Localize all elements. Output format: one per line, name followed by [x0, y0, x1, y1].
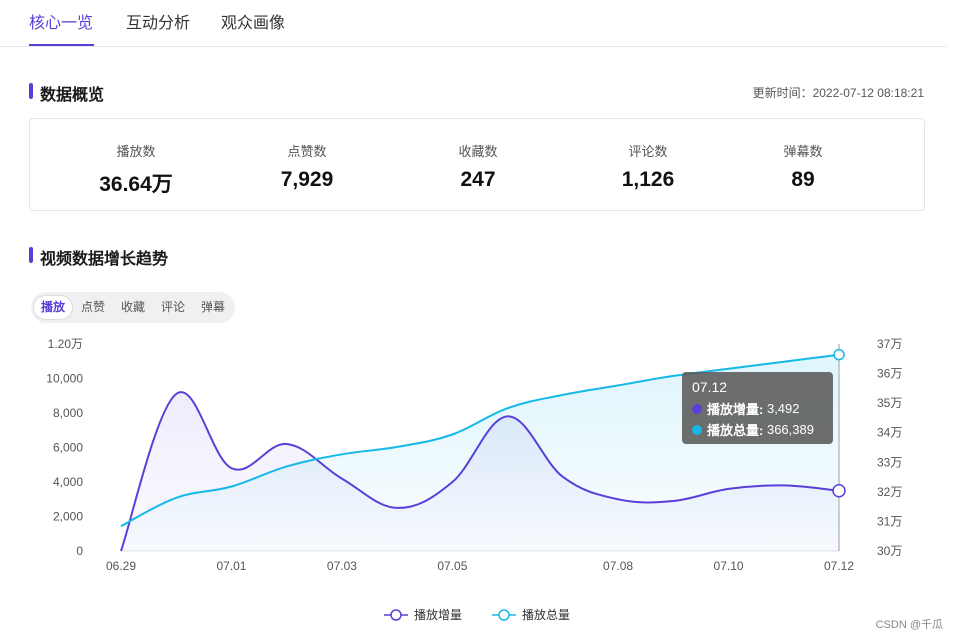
legend-item-increment[interactable]: 播放增量 [384, 606, 462, 623]
y-right-tick-label: 37万 [877, 337, 902, 351]
x-tick-label: 07.03 [327, 559, 357, 573]
update-time: 更新时间：2022-07-12 08:18:21 [752, 86, 924, 100]
growth-trend-chart[interactable]: 0 2,000 4,000 6,000 8,000 10,000 1.20万 30万 31万 32… [0, 330, 957, 580]
y-left-tick-label: 8,000 [53, 406, 83, 420]
y-right-tick-label: 30万 [877, 544, 902, 558]
series-dot-icon [692, 403, 702, 414]
tab-interaction-analysis[interactable]: 互动分析 [126, 9, 190, 33]
y-left-tick-label: 0 [76, 544, 83, 558]
stat-favorites: 收藏数 247 [408, 141, 548, 192]
stat-label: 收藏数 [458, 144, 498, 159]
stat-value: 7,929 [280, 168, 334, 191]
stat-value: 36.64万 [99, 173, 173, 196]
tooltip-row-total: 播放总量: 366,389 [692, 419, 823, 440]
tooltip-title: 07.12 [692, 379, 728, 395]
watermark: CSDN @千瓜 [875, 619, 943, 631]
x-tick-label: 07.12 [824, 559, 854, 573]
tooltip-series-value: 3,492 [766, 401, 800, 416]
stat-value: 89 [791, 168, 815, 191]
stat-label: 点赞数 [287, 144, 327, 159]
legend-label: 播放总量 [522, 608, 571, 622]
stat-danmaku: 弹幕数 89 [733, 141, 873, 192]
y-right-tick-label: 36万 [877, 367, 902, 381]
overview-title: 数据概览 [29, 81, 104, 105]
metric-switch: 播放 点赞 收藏 评论 弹幕 [31, 292, 235, 323]
highlight-point-total [833, 348, 845, 361]
tab-bar: 核心一览 互动分析 观众画像 [0, 0, 946, 47]
y-right-tick-label: 34万 [877, 426, 902, 440]
x-tick-label: 07.05 [437, 559, 467, 573]
y-right-tick-label: 32万 [877, 485, 902, 499]
tooltip-series-name: 播放增量: [707, 402, 764, 417]
x-tick-label: 07.08 [603, 559, 633, 573]
legend-label: 播放增量 [414, 608, 463, 622]
x-tick-label: 06.29 [106, 559, 136, 573]
chart-tooltip: 07.12 播放增量: 3,492 播放总量: 366,389 [682, 372, 833, 444]
y-right-tick-label: 35万 [877, 396, 902, 410]
y-left-tick-label: 1.20万 [48, 337, 83, 351]
metric-button-likes[interactable]: 点赞 [74, 296, 112, 319]
tab-core-overview[interactable]: 核心一览 [29, 9, 93, 33]
y-right-tick-label: 33万 [877, 455, 902, 469]
stat-comments: 评论数 1,126 [578, 141, 718, 192]
x-tick-label: 07.01 [216, 559, 246, 573]
stat-label: 评论数 [628, 144, 668, 159]
stats-card: 播放数 36.64万 点赞数 7,929 收藏数 247 评论数 1,126 弹… [29, 118, 925, 211]
y-right-tick-label: 31万 [877, 514, 902, 528]
metric-button-favorites[interactable]: 收藏 [114, 296, 152, 319]
tooltip-series-value: 366,389 [766, 422, 814, 437]
stat-label: 播放数 [116, 144, 156, 159]
tab-audience-profile[interactable]: 观众画像 [221, 9, 285, 33]
x-tick-label: 07.10 [714, 559, 744, 573]
active-tab-indicator [29, 44, 94, 46]
legend-line-circle-icon [492, 608, 516, 621]
series-dot-icon [692, 424, 702, 435]
legend-line-circle-icon [384, 608, 408, 621]
y-left-tick-label: 10,000 [46, 372, 83, 386]
highlight-point-increment [832, 484, 846, 498]
y-left-tick-label: 2,000 [53, 510, 83, 524]
metric-button-plays[interactable]: 播放 [34, 296, 72, 319]
legend-item-total[interactable]: 播放总量 [492, 606, 570, 623]
tooltip-row-increment: 播放增量: 3,492 [692, 398, 823, 419]
stat-label: 弹幕数 [783, 144, 823, 159]
tooltip-series-name: 播放总量: [707, 423, 764, 438]
metric-button-danmaku[interactable]: 弹幕 [194, 296, 232, 319]
y-left-tick-label: 4,000 [53, 475, 83, 489]
stat-plays: 播放数 36.64万 [66, 141, 206, 198]
y-left-tick-label: 6,000 [53, 441, 83, 455]
stat-value: 247 [460, 168, 496, 191]
stat-likes: 点赞数 7,929 [237, 141, 377, 192]
stat-value: 1,126 [621, 168, 675, 191]
metric-button-comments[interactable]: 评论 [154, 296, 192, 319]
trend-title: 视频数据增长趋势 [29, 245, 168, 269]
